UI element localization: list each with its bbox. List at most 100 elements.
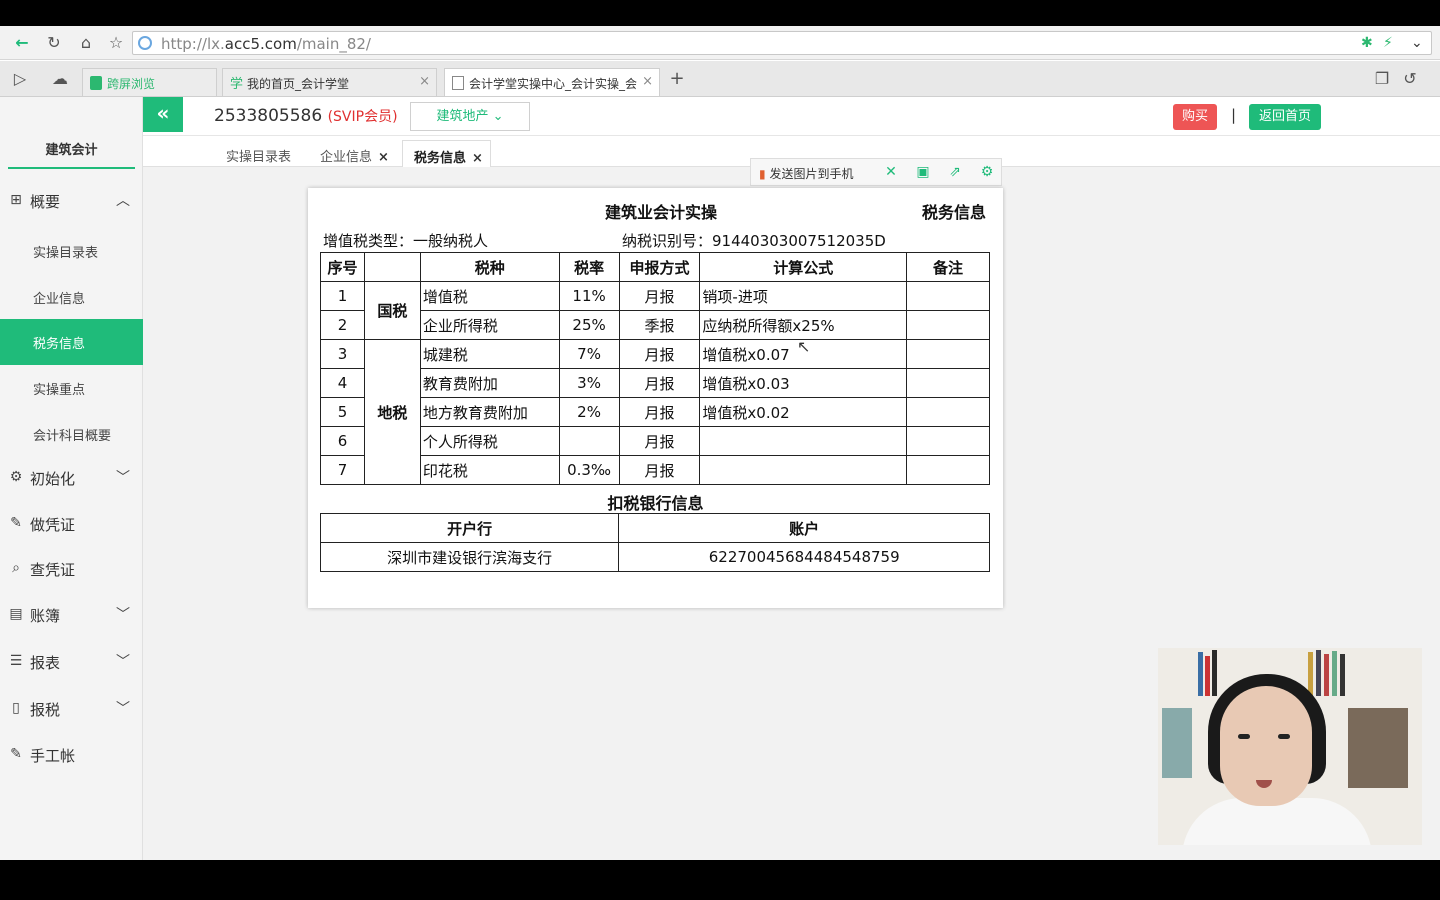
book (1162, 708, 1192, 778)
sidebar-toggle-icon[interactable]: ▷ (10, 69, 30, 89)
col-header: 计算公式 (699, 252, 908, 282)
sidebar-section-overview[interactable]: ⊞ 概要 ︿ (0, 187, 143, 217)
close-icon[interactable]: × (472, 151, 483, 166)
sidebar-section-voucher[interactable]: ✎ 做凭证 (0, 510, 143, 540)
sidebar-item-catalog[interactable]: 实操目录表 (0, 228, 143, 274)
tab-catalog[interactable]: 实操目录表 (226, 140, 291, 167)
url-field[interactable]: http://lx.acc5.com/main_82/ ✱ ⚡ ⌄ (132, 31, 1432, 55)
sidebar-item-company[interactable]: 企业信息 (0, 274, 143, 320)
tab-company[interactable]: 企业信息 × (320, 140, 389, 167)
brand: 建筑会计 (0, 97, 143, 177)
cell-note (906, 426, 990, 456)
cell-formula: 增值税x0.03 (699, 368, 908, 398)
save-icon[interactable]: ▣ (915, 164, 931, 180)
phone-icon (90, 76, 102, 90)
col-header (363, 252, 421, 282)
cell-formula (699, 426, 908, 456)
close-icon[interactable]: × (642, 74, 653, 89)
reload-icon[interactable]: ↻ (44, 33, 64, 53)
pen-icon: ✎ (10, 515, 22, 531)
return-home-button[interactable]: 返回首页 (1249, 104, 1321, 130)
sidebar-item-keypoints[interactable]: 实操重点 (0, 365, 143, 411)
book-icon: ▤ (9, 606, 23, 622)
sidebar-section-ledger[interactable]: ▤ 账簿 ﹀ (0, 601, 143, 631)
tab-label: 会计学堂实操中心_会计实操_会 (469, 77, 638, 91)
sync-icon[interactable]: ✱ (1361, 35, 1373, 51)
cell-no: 6 (320, 426, 365, 456)
cell-rate: 2% (558, 397, 620, 427)
cloud-icon[interactable]: ☁ (50, 69, 70, 89)
lightning-icon[interactable]: ⚡ (1383, 35, 1393, 51)
url-text: http://lx.acc5.com/main_82/ (161, 35, 371, 53)
browser-tab-strip: ▷ ☁ 跨屏浏览 学 我的首页_会计学堂 × 会计学堂实操中心_会计实操_会 ×… (0, 61, 1440, 97)
undo-icon[interactable]: ↺ (1400, 69, 1420, 89)
xue-logo-icon: 学 (230, 77, 244, 92)
mouse-cursor-icon: ↖ (797, 337, 811, 356)
cell-no: 2 (320, 310, 365, 340)
collapse-sidebar-button[interactable]: « (143, 97, 183, 132)
bookmark-star-icon[interactable]: ☆ (106, 33, 126, 53)
industry-select[interactable]: 建筑地产 ⌄ (410, 102, 530, 131)
header-divider (143, 135, 1440, 136)
chevron-down-icon: ﹀ (116, 701, 130, 717)
group-national-tax: 国税 (363, 281, 421, 340)
cell-tax: 增值税 (419, 281, 560, 311)
close-icon[interactable]: × (419, 74, 430, 89)
col-header: 账户 (618, 513, 990, 543)
cell-rate: 25% (558, 310, 620, 340)
section-label: 报税 (30, 701, 61, 719)
new-tab-button[interactable]: + (667, 69, 687, 89)
cell-tax: 印花税 (419, 455, 560, 485)
sub-label: 实操重点 (33, 383, 86, 398)
cell-rate: 11% (558, 281, 620, 311)
sidebar-item-accounts[interactable]: 会计科目概要 (0, 411, 143, 457)
cell-rate (558, 426, 620, 456)
sidebar: 建筑会计 ⊞ 概要 ︿ 实操目录表 企业信息 税务信息 实操重点 会计科目概要 … (0, 97, 143, 860)
sidebar-section-init[interactable]: ⚙ 初始化 ﹀ (0, 464, 143, 494)
browser-tab-active[interactable]: 会计学堂实操中心_会计实操_会 × (444, 68, 660, 96)
bank-table: 开户行 账户 深圳市建设银行滨海支行 62270045684484548759 (319, 513, 990, 572)
tab-tax[interactable]: 税务信息 × (402, 140, 491, 167)
window-icon[interactable]: ❐ (1372, 69, 1392, 89)
table-row: 5 地方教育费附加 2% 月报 增值税x0.02 (320, 397, 990, 427)
browser-tab-home[interactable]: 学 我的首页_会计学堂 × (222, 68, 437, 96)
chevron-up-icon: ︿ (116, 193, 130, 209)
document-title: 建筑业会计实操 (604, 203, 717, 222)
table-row: 1 国税 增值税 11% 月报 销项-进项 (320, 281, 990, 340)
share-icon[interactable]: ⇗ (947, 164, 963, 180)
tab-label: 我的首页_会计学堂 (247, 77, 350, 91)
cell-note (906, 310, 990, 340)
cell-mode: 月报 (618, 368, 701, 398)
section-label: 手工帐 (30, 747, 76, 765)
sidebar-section-report[interactable]: ☰ 报表 ﹀ (0, 648, 143, 678)
send-to-phone-button[interactable]: ▮ 发送图片到手机 (759, 165, 853, 182)
cell-note (906, 397, 990, 427)
close-icon[interactable]: × (378, 150, 389, 165)
table-row: 4 教育费附加 3% 月报 增值税x0.03 (320, 368, 990, 398)
bank-section-title: 扣税银行信息 (607, 494, 704, 513)
buy-button[interactable]: 购买 (1173, 104, 1217, 130)
settings-icon[interactable]: ⚙ (979, 164, 995, 180)
cell-formula (699, 455, 908, 485)
sidebar-section-taxfiling[interactable]: ▯ 报税 ﹀ (0, 695, 143, 725)
back-icon[interactable]: ← (12, 33, 32, 53)
eye (1278, 734, 1290, 739)
book (1348, 708, 1408, 788)
document-icon: ▯ (12, 700, 20, 716)
sidebar-section-manual[interactable]: ✎ 手工帐 (0, 741, 143, 771)
tab-label: 实操目录表 (226, 150, 292, 165)
fullscreen-icon[interactable]: ✕ (883, 164, 899, 180)
cell-mode: 月报 (618, 281, 701, 311)
home-icon[interactable]: ⌂ (76, 33, 96, 53)
chevron-down-icon[interactable]: ⌄ (1411, 35, 1423, 51)
chevron-down-icon: ﹀ (116, 607, 130, 623)
browser-tab-kuaping[interactable]: 跨屏浏览 (82, 68, 217, 96)
cell-no: 5 (320, 397, 365, 427)
book (1332, 651, 1337, 696)
sidebar-section-query[interactable]: ⌕ 查凭证 (0, 555, 143, 585)
section-label: 查凭证 (30, 561, 76, 579)
cell-rate: 0.3‰ (558, 455, 620, 485)
sub-label: 税务信息 (33, 337, 86, 352)
sidebar-item-tax[interactable]: 税务信息 (0, 319, 143, 365)
vat-type: 增值税类型：一般纳税人 (323, 232, 489, 250)
